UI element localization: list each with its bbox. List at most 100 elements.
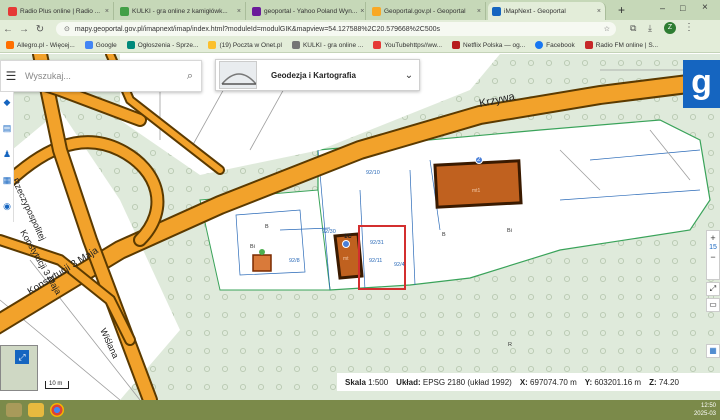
forward-icon[interactable]: → (16, 24, 32, 35)
overview-map[interactable]: ⤢ (0, 345, 38, 391)
browser-tab-strip: Radio Plus online | Radio ... × KULKI - … (0, 0, 720, 20)
site-info-icon[interactable]: ⊙ (64, 25, 70, 33)
grid-icon[interactable]: ▦ (706, 344, 720, 358)
bookmark-label: Radio FM online | S... (595, 41, 659, 49)
building[interactable] (433, 159, 523, 209)
download-icon[interactable]: ⤓ (648, 23, 652, 34)
parcel-label: 92/11 (369, 258, 382, 264)
bookmark-star-icon[interactable]: ☆ (604, 25, 610, 33)
file-explorer-icon[interactable] (28, 403, 44, 417)
back-icon[interactable]: ← (0, 24, 16, 35)
scale-readout: Skala 1:500 (345, 378, 388, 387)
module-title: Geodezja i Kartografia (271, 70, 356, 80)
browser-menu-icon[interactable]: ⋮ (684, 22, 694, 33)
youtube-icon (373, 41, 382, 49)
yahoo-favicon-icon (252, 6, 261, 16)
bookmark-item[interactable]: Facebook (535, 41, 575, 49)
bookmark-item[interactable]: Radio FM online | S... (584, 41, 659, 49)
bookmark-label: Netflix Polska — og... (463, 41, 526, 49)
bookmark-item[interactable]: Allegro.pl - Więcej... (6, 41, 75, 49)
zoom-in-button[interactable]: + (707, 233, 719, 243)
land-use-label: R (508, 342, 512, 348)
land-use-label: B (442, 232, 446, 238)
radio-favicon-icon (8, 6, 17, 16)
bookmark-item[interactable]: Ogłoszenia - Sprze... (126, 41, 199, 49)
expand-minimap-icon[interactable]: ⤢ (15, 350, 29, 364)
scale-value[interactable]: 1:500 (368, 378, 388, 387)
tab-title: KULKI - gra online z kamigłówk... (132, 7, 228, 15)
layers-icon[interactable]: ◆ (1, 96, 13, 108)
close-window-icon[interactable]: × (702, 2, 708, 13)
bookmark-item[interactable]: Netflix Polska — og... (452, 41, 525, 49)
scale-bar: 10 m (45, 381, 69, 389)
bookmark-item[interactable]: Google (84, 41, 117, 49)
chevron-down-icon[interactable]: ⌄ (399, 70, 419, 81)
search-icon[interactable]: ⌕ (179, 70, 201, 83)
zoom-out-button[interactable]: − (707, 252, 719, 262)
clipboard-icon[interactable]: ▦ (1, 174, 13, 186)
allegro-icon (6, 41, 14, 49)
radio-icon (584, 41, 593, 49)
bookmark-item[interactable]: KULKI - gra online ... (291, 41, 364, 49)
search-panel: ☰ Wyszukaj... ⌕ (0, 60, 202, 92)
person-icon[interactable]: ♟ (1, 148, 13, 160)
map-svg[interactable]: Krzywa Konstytucji 3 Maja Konstytucji 3 … (0, 54, 720, 400)
tab-geoportal[interactable]: Geoportal.gov.pl - Geoportal × (368, 2, 486, 20)
tab-yahoo-search[interactable]: geoportal - Yahoo Poland Wyn... × (248, 2, 366, 20)
y-label: Y: (584, 377, 593, 387)
camera-icon[interactable]: ◉ (1, 200, 13, 212)
address-point-icon[interactable] (259, 249, 265, 255)
close-icon[interactable]: × (360, 8, 364, 15)
close-icon[interactable]: × (477, 8, 481, 15)
reload-icon[interactable]: ↻ (32, 24, 48, 35)
close-icon[interactable]: × (237, 8, 241, 15)
fullscreen-icon[interactable]: ⤢ (706, 282, 720, 296)
bookmark-item[interactable]: (19) Poczta w Onet.pl (208, 41, 282, 49)
close-icon[interactable]: × (597, 8, 601, 15)
print-icon[interactable]: ▤ (1, 122, 13, 134)
y-readout: Y: 603201.16 m (585, 378, 641, 387)
hamburger-menu-icon[interactable]: ☰ (1, 69, 21, 83)
chrome-icon[interactable] (50, 403, 64, 417)
address-point-icon[interactable] (342, 240, 350, 248)
geoportal-logo[interactable]: g (683, 60, 720, 108)
tab-imapnext[interactable]: iMapNext - Geoportal × (488, 2, 606, 20)
building-mark: mt (343, 256, 349, 262)
new-tab-button[interactable]: + (618, 3, 625, 17)
geoportal-favicon-icon (372, 6, 381, 16)
measure-icon[interactable]: ▭ (706, 298, 720, 312)
search-input[interactable]: Wyszukaj... (21, 71, 179, 81)
z-readout: Z: 74.20 (649, 378, 679, 387)
address-bar[interactable]: ⊙ mapy.geoportal.gov.pl/imapnext/imap/in… (56, 22, 616, 36)
building[interactable] (252, 254, 272, 272)
bookmark-label: Ogłoszenia - Sprze... (137, 41, 199, 49)
tab-kulki[interactable]: KULKI - gra online z kamigłówk... × (116, 2, 246, 20)
module-selector[interactable]: Geodezja i Kartografia ⌄ (215, 59, 420, 91)
bookmark-item[interactable]: YouTubehttps//ww... (373, 41, 442, 49)
building-number: 1C (344, 234, 352, 240)
left-toolbar: ◆ ▤ ♟ ▦ ◉ (0, 92, 14, 222)
close-icon[interactable]: × (105, 8, 109, 15)
z-label: Z: (649, 377, 657, 387)
bookmark-label: KULKI - gra online ... (302, 41, 364, 49)
maximize-icon[interactable]: □ (680, 3, 685, 13)
crs-value[interactable]: EPSG 2180 (układ 1992) (423, 378, 512, 387)
y-value: 603201.16 m (594, 377, 642, 387)
url-text: mapy.geoportal.gov.pl/imapnext/imap/inde… (74, 25, 441, 33)
system-clock[interactable]: 12:50 2025-03 (694, 402, 716, 418)
minimize-icon[interactable]: – (660, 3, 665, 13)
map-canvas[interactable]: Krzywa Konstytucji 3 Maja Konstytucji 3 … (0, 54, 720, 400)
taskbar-app-icon[interactable] (6, 403, 22, 417)
profile-avatar[interactable]: Z (664, 22, 676, 34)
building-mark: mt1 (472, 188, 481, 194)
globe-icon (291, 41, 300, 49)
zoom-controls: + 15 − (706, 230, 720, 280)
parcel-label: 92/31 (370, 240, 384, 246)
tab-radio-plus[interactable]: Radio Plus online | Radio ... × (4, 2, 114, 20)
extensions-icon[interactable]: ⧉ (630, 23, 636, 34)
onet-icon (208, 41, 217, 49)
olx-icon (126, 41, 135, 49)
scale-label: Skala (345, 377, 366, 387)
tab-title: iMapNext - Geoportal (504, 7, 566, 15)
bookmark-label: YouTubehttps//ww... (384, 41, 443, 49)
